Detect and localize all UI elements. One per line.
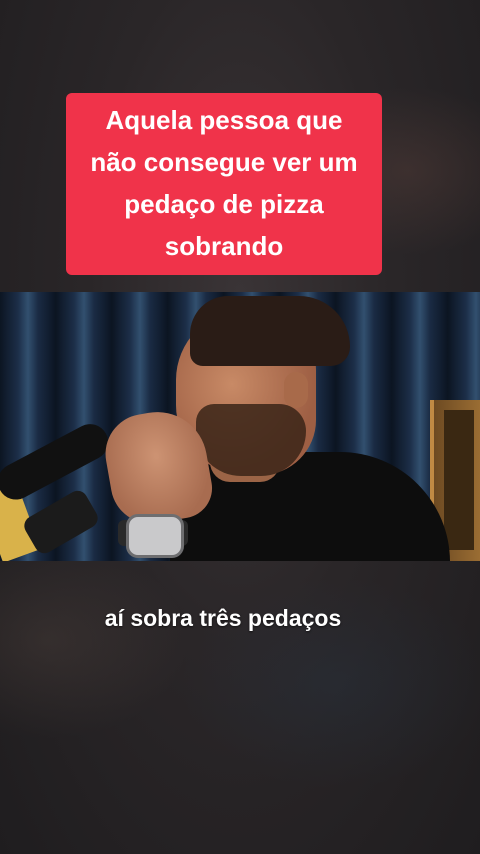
person-beard [196, 404, 306, 476]
person-hair [190, 296, 350, 366]
shelf-interior [444, 410, 474, 550]
wristwatch-icon [126, 514, 184, 558]
overlay-caption: Aquela pessoa que não consegue ver um pe… [66, 93, 382, 275]
caption-line-1: Aquela pessoa que [105, 105, 343, 135]
caption-line-3: pedaço de pizza [124, 189, 324, 219]
video-subtitle: aí sobra três pedaços [104, 605, 342, 631]
person-ear [284, 372, 308, 408]
caption-line-4: sobrando [164, 231, 284, 261]
video-player[interactable] [0, 292, 480, 561]
caption-line-2: não consegue ver um [90, 147, 358, 177]
